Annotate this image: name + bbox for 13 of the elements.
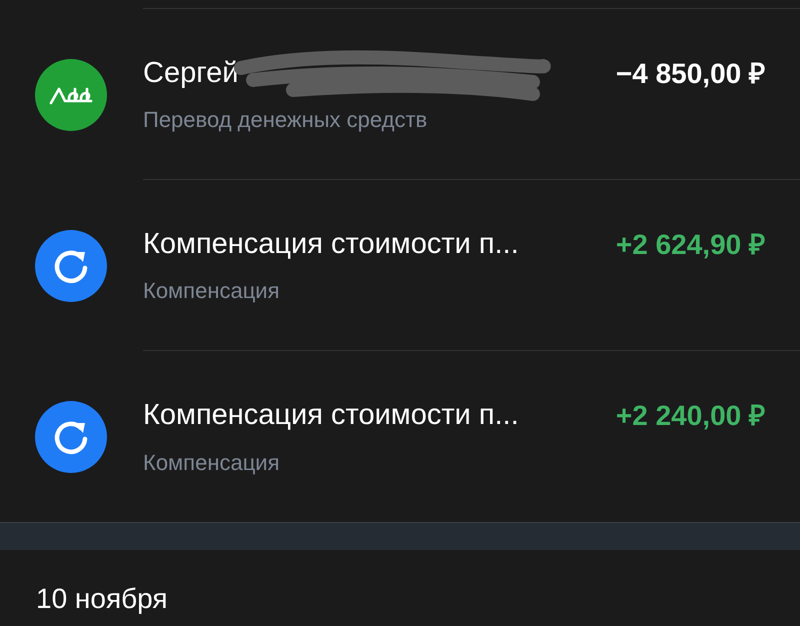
transaction-amount: −4 850,00 ₽ bbox=[616, 56, 765, 90]
date-header: 10 ноября bbox=[36, 583, 168, 614]
transaction-category: Перевод денежных средств bbox=[143, 106, 428, 134]
transaction-title: Компенсация стоимости п... bbox=[143, 399, 519, 432]
transaction-title: Сергей bbox=[143, 56, 238, 89]
transaction-amount: +2 624,90 ₽ bbox=[616, 228, 765, 262]
refresh-icon bbox=[35, 230, 107, 302]
refresh-icon bbox=[35, 400, 107, 472]
transaction-amount: +2 240,00 ₽ bbox=[616, 399, 765, 433]
transaction-category: Компенсация bbox=[143, 277, 281, 306]
transaction-category: Компенсация bbox=[143, 448, 281, 477]
bank-logo-icon bbox=[35, 58, 107, 130]
transaction-title: Компенсация стоимости п... bbox=[143, 228, 519, 260]
